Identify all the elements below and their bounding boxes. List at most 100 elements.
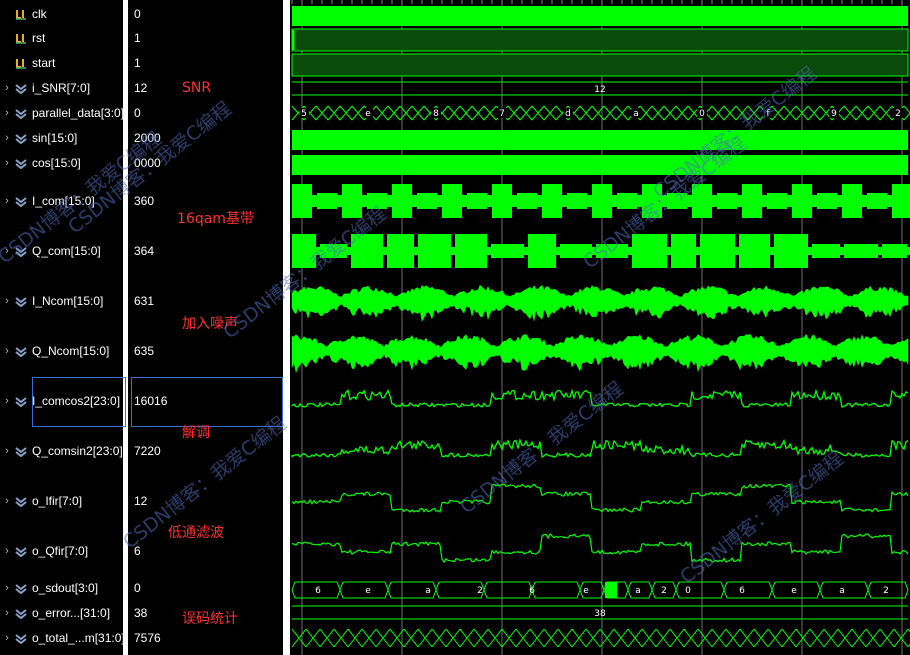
- chevron-right-icon[interactable]: ›: [0, 495, 14, 507]
- chevron-right-icon[interactable]: ›: [0, 632, 14, 644]
- bus-signal-icon: [14, 132, 28, 145]
- pane-splitter[interactable]: [283, 0, 290, 655]
- chevron-right-icon[interactable]: ›: [0, 245, 14, 257]
- signal-name: I_Ncom[15:0]: [32, 294, 104, 308]
- signal-row[interactable]: › sin[15:0]: [0, 129, 77, 147]
- parallel-data-label: 5: [301, 109, 307, 119]
- signal-value: 0: [134, 7, 141, 21]
- signal-row[interactable]: › I_Ncom[15:0]: [0, 292, 103, 310]
- chevron-right-icon[interactable]: ›: [0, 132, 14, 144]
- o-sdout-label: e: [791, 586, 797, 596]
- signal-row[interactable]: clk: [0, 5, 47, 23]
- signal-row[interactable]: › cos[15:0]: [0, 154, 81, 172]
- signal-name: sin[15:0]: [32, 131, 78, 145]
- signal-row[interactable]: › o_Ifir[7:0]: [0, 492, 82, 510]
- o-total-wave: [291, 628, 910, 648]
- signal-name: o_error...[31:0]: [32, 606, 111, 620]
- annotation-snr: SNR: [182, 80, 212, 96]
- signal-row[interactable]: › parallel_data[3:0]: [0, 104, 123, 122]
- signal-row[interactable]: › i_SNR[7:0]: [0, 79, 90, 97]
- chevron-right-icon[interactable]: ›: [0, 445, 14, 457]
- signal-value: 631: [134, 294, 155, 308]
- signal-row[interactable]: › o_sdout[3:0]: [0, 579, 98, 597]
- o-error-label: 38: [594, 609, 606, 619]
- parallel-data-label: 9: [831, 109, 837, 119]
- annotation-demod: 解调: [182, 425, 210, 441]
- bus-signal-icon: [14, 395, 28, 408]
- signal-value: 360: [134, 194, 155, 208]
- bus-signal-icon: [14, 545, 28, 558]
- o-sdout-label: a: [635, 586, 641, 596]
- signal-name: i_SNR[7:0]: [32, 81, 91, 95]
- signal-name: Q_Ncom[15:0]: [32, 344, 110, 358]
- signal-name: Q_comsin2[23:0]: [32, 444, 123, 458]
- o-sdout-label: 6: [739, 586, 745, 596]
- signal-value: 12: [134, 494, 148, 508]
- signal-value: 364: [134, 244, 155, 258]
- signal-row[interactable]: › o_Qfir[7:0]: [0, 542, 88, 560]
- selection-box: [32, 377, 126, 427]
- i-comcos2-wave: [291, 388, 909, 408]
- chevron-right-icon[interactable]: ›: [0, 82, 14, 94]
- signal-value: 0: [134, 581, 141, 595]
- o-sdout-label: e: [583, 586, 589, 596]
- signal-value: 7576: [134, 631, 161, 645]
- i-ncom-wave: [291, 284, 909, 323]
- signal-row[interactable]: › Q_Ncom[15:0]: [0, 342, 109, 360]
- clk-wave: [292, 6, 908, 26]
- signal-value: 1: [134, 56, 141, 70]
- bus-signal-icon: [14, 107, 28, 120]
- o-ifir-wave: [291, 483, 909, 513]
- bus-signal-icon: [14, 495, 28, 508]
- o-sdout-label: 6: [315, 586, 321, 596]
- chevron-right-icon[interactable]: ›: [0, 107, 14, 119]
- chevron-right-icon[interactable]: ›: [0, 395, 14, 407]
- bus-signal-icon: [14, 157, 28, 170]
- chevron-right-icon[interactable]: ›: [0, 607, 14, 619]
- o-sdout-label: a: [839, 586, 845, 596]
- o-sdout-glitch: [605, 582, 617, 598]
- signal-name: start: [32, 56, 56, 70]
- chevron-right-icon[interactable]: ›: [0, 295, 14, 307]
- chevron-right-icon[interactable]: ›: [0, 545, 14, 557]
- signal-row[interactable]: › o_error...[31:0]: [0, 604, 110, 622]
- signal-name: o_Ifir[7:0]: [32, 494, 83, 508]
- signal-row[interactable]: › I_com[15:0]: [0, 192, 95, 210]
- chevron-right-icon[interactable]: ›: [0, 582, 14, 594]
- signal-row[interactable]: start: [0, 54, 55, 72]
- bus-signal-icon: [14, 445, 28, 458]
- signal-value: 1: [134, 31, 141, 45]
- signal-value: 7220: [134, 444, 161, 458]
- signal-row[interactable]: › Q_comsin2[23:0]: [0, 442, 123, 460]
- chevron-right-icon[interactable]: ›: [0, 157, 14, 169]
- o-qfir-wave: [291, 533, 909, 564]
- waveform-pane[interactable]: 12 5 e 8 7 d a 0 f 9 2 6 e a 2 6 e a 2 0 6 e a 2 38: [290, 0, 910, 655]
- signal-name: I_com[15:0]: [32, 194, 95, 208]
- signal-name: parallel_data[3:0]: [32, 106, 123, 120]
- signal-name: rst: [32, 31, 46, 45]
- signal-row[interactable]: › Q_com[15:0]: [0, 242, 101, 260]
- o-sdout-label: a: [425, 586, 431, 596]
- q-comsin2-wave: [291, 438, 909, 459]
- o-sdout-label: 2: [661, 586, 667, 596]
- parallel-data-label: 7: [499, 109, 505, 119]
- parallel-data-label: 8: [433, 109, 439, 119]
- parallel-data-wave: [291, 105, 910, 121]
- parallel-data-label: 2: [895, 109, 901, 119]
- bus-signal-icon: [14, 245, 28, 258]
- signal-value: 635: [134, 344, 155, 358]
- signal-row[interactable]: › o_total_...m[31:0]: [0, 629, 123, 647]
- selection-box: [131, 377, 283, 427]
- rst-wave: [291, 28, 909, 52]
- chevron-right-icon[interactable]: ›: [0, 345, 14, 357]
- bus-signal-icon: [14, 607, 28, 620]
- annotation-baseband: 16qam基带: [177, 211, 254, 227]
- chevron-right-icon[interactable]: ›: [0, 195, 14, 207]
- waveform-canvas[interactable]: 125 e 8 7 d a 0 f 9 26 e a 2 6 e a 2 0 6 e a 238: [290, 0, 910, 655]
- o-sdout-label: e: [365, 586, 371, 596]
- signal-value: 12: [134, 81, 148, 95]
- q-com-wave: [292, 234, 910, 268]
- signal-row[interactable]: rst: [0, 29, 45, 47]
- parallel-data-label: d: [565, 109, 571, 119]
- bus-signal-icon: [14, 582, 28, 595]
